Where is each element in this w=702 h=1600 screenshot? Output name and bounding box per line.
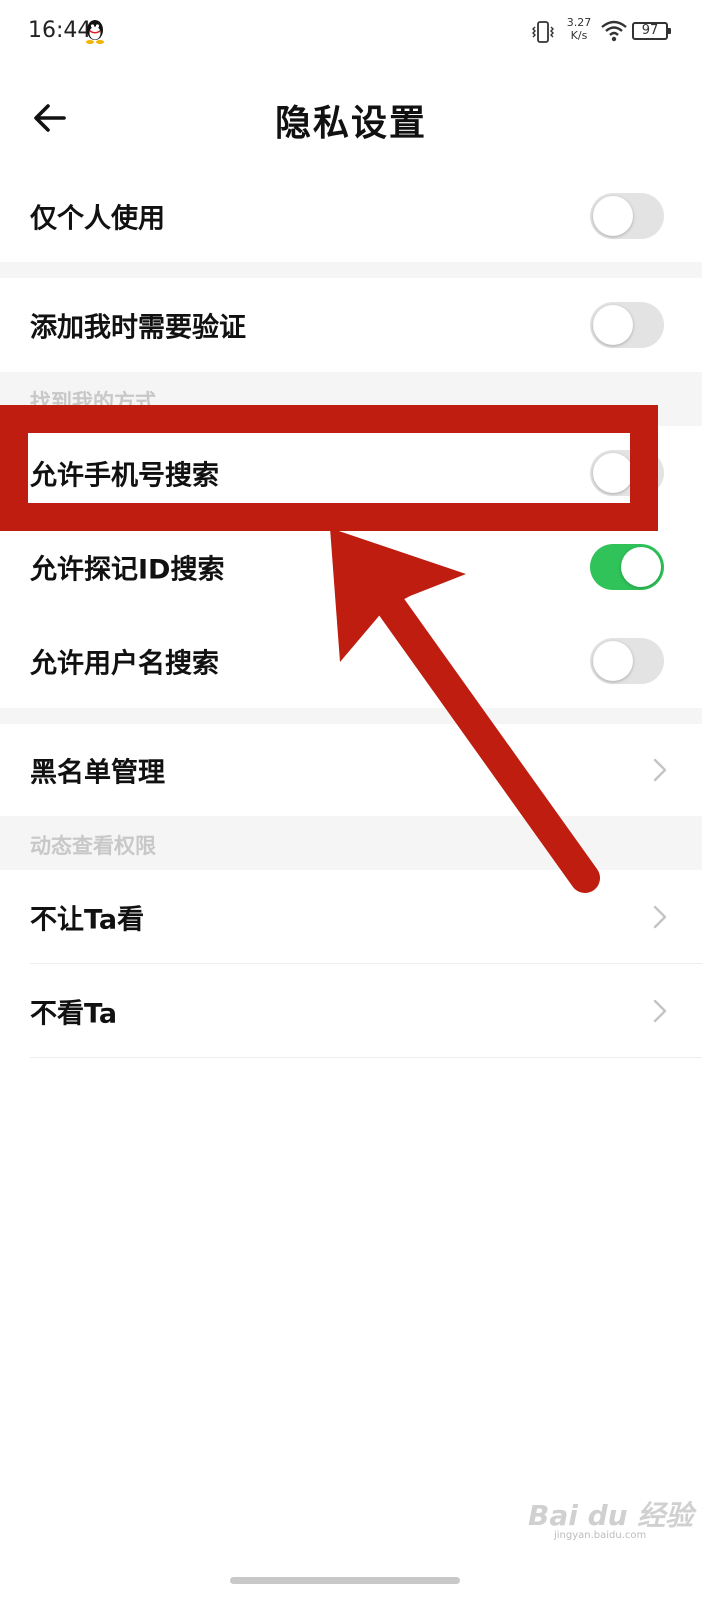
toggle-knob <box>593 305 633 345</box>
network-speed: 3.27 K/s <box>562 16 596 42</box>
setting-row-verify-add: 添加我时需要验证 <box>0 278 702 372</box>
setting-label: 添加我时需要验证 <box>30 312 246 344</box>
section-label: 找到我的方式 <box>30 390 156 414</box>
baidu-watermark-url: jingyan.baidu.com <box>554 1530 647 1541</box>
vibrate-icon <box>532 21 554 43</box>
setting-row-blacklist[interactable]: 黑名单管理 <box>0 724 702 816</box>
qq-penguin-icon <box>86 20 104 44</box>
chevron-right-icon <box>653 758 667 782</box>
setting-row-hide-from[interactable]: 不让Ta看 <box>0 870 702 964</box>
baidu-watermark: Bai du 经验 <box>528 1499 694 1532</box>
section-header-moments-permission: 动态查看权限 <box>0 816 702 870</box>
page-title: 隐私设置 <box>274 103 427 144</box>
toggle-knob <box>621 547 661 587</box>
chevron-right-icon <box>653 999 667 1023</box>
battery-indicator: 97 <box>632 22 671 40</box>
setting-label: 允许探记ID搜索 <box>30 554 225 586</box>
chevron-right-icon <box>653 905 667 929</box>
phone-screen: 16:44 3.27 K/s 97 隐私设置 仅个人使用 添加我时需要验证 找到… <box>0 0 702 1600</box>
toggle-knob <box>593 641 633 681</box>
setting-label: 仅个人使用 <box>30 203 165 235</box>
personal-only-toggle[interactable] <box>590 193 664 239</box>
section-header-find-me: 找到我的方式 <box>0 372 702 426</box>
section-gap <box>0 262 702 278</box>
net-speed-unit: K/s <box>570 29 588 42</box>
row-divider <box>30 1057 702 1058</box>
setting-label: 不看Ta <box>30 998 118 1030</box>
section-label: 动态查看权限 <box>30 834 156 858</box>
setting-label: 黑名单管理 <box>30 757 165 789</box>
verify-add-toggle[interactable] <box>590 302 664 348</box>
toggle-knob <box>593 453 633 493</box>
setting-row-username-search: 允许用户名搜索 <box>0 614 702 708</box>
header: 隐私设置 <box>0 80 702 156</box>
phone-search-toggle[interactable] <box>590 450 664 496</box>
setting-label: 允许手机号搜索 <box>30 460 219 492</box>
setting-label: 允许用户名搜索 <box>30 648 219 680</box>
section-gap <box>0 708 702 724</box>
wifi-icon <box>601 20 627 42</box>
setting-row-dont-see[interactable]: 不看Ta <box>0 964 702 1058</box>
setting-row-personal-only: 仅个人使用 <box>0 170 702 262</box>
username-search-toggle[interactable] <box>590 638 664 684</box>
home-indicator[interactable] <box>230 1577 460 1584</box>
setting-label: 不让Ta看 <box>30 904 145 936</box>
status-bar: 16:44 3.27 K/s 97 <box>0 0 702 64</box>
id-search-toggle[interactable] <box>590 544 664 590</box>
setting-row-phone-search: 允许手机号搜索 <box>0 426 702 520</box>
net-speed-value: 3.27 <box>566 16 592 29</box>
setting-row-id-search: 允许探记ID搜索 <box>0 520 702 614</box>
status-time: 16:44 <box>28 18 92 43</box>
toggle-knob <box>593 196 633 236</box>
